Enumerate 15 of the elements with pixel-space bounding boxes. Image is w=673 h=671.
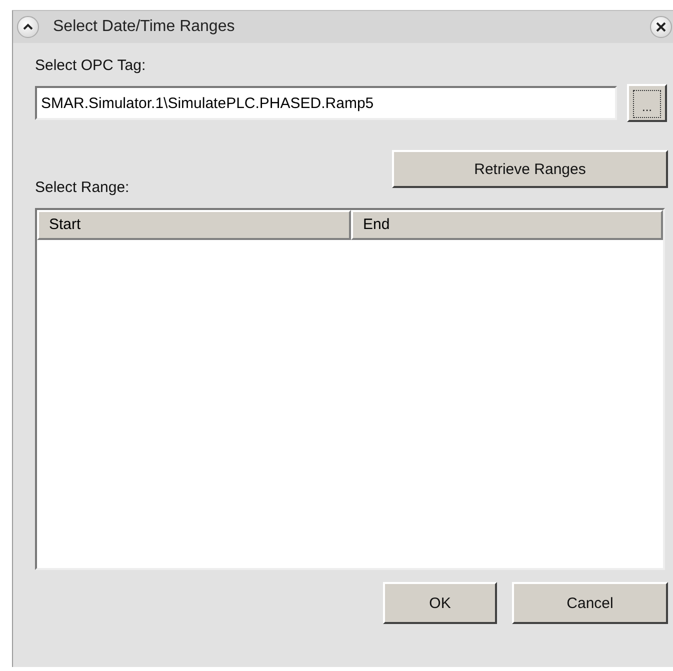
- window-title: Select Date/Time Ranges: [53, 18, 235, 36]
- retrieve-ranges-button[interactable]: Retrieve Ranges: [392, 150, 668, 188]
- range-list[interactable]: Start End: [35, 208, 665, 570]
- column-header[interactable]: End: [351, 210, 663, 240]
- collapse-button[interactable]: [17, 16, 39, 38]
- chevron-icon: [22, 23, 34, 31]
- close-button[interactable]: [650, 16, 672, 38]
- column-header[interactable]: Start: [37, 210, 351, 240]
- close-icon: [655, 21, 667, 33]
- tag-input-field[interactable]: SMAR.Simulator.1\SimulatePLC.PHASED.Ramp5: [35, 86, 617, 120]
- tag-label: Select OPC Tag:: [35, 57, 147, 74]
- range-label: Select Range:: [35, 179, 130, 196]
- ok-button[interactable]: OK: [383, 582, 497, 624]
- cancel-button[interactable]: Cancel: [512, 582, 668, 624]
- browse-button[interactable]: ...: [627, 84, 667, 122]
